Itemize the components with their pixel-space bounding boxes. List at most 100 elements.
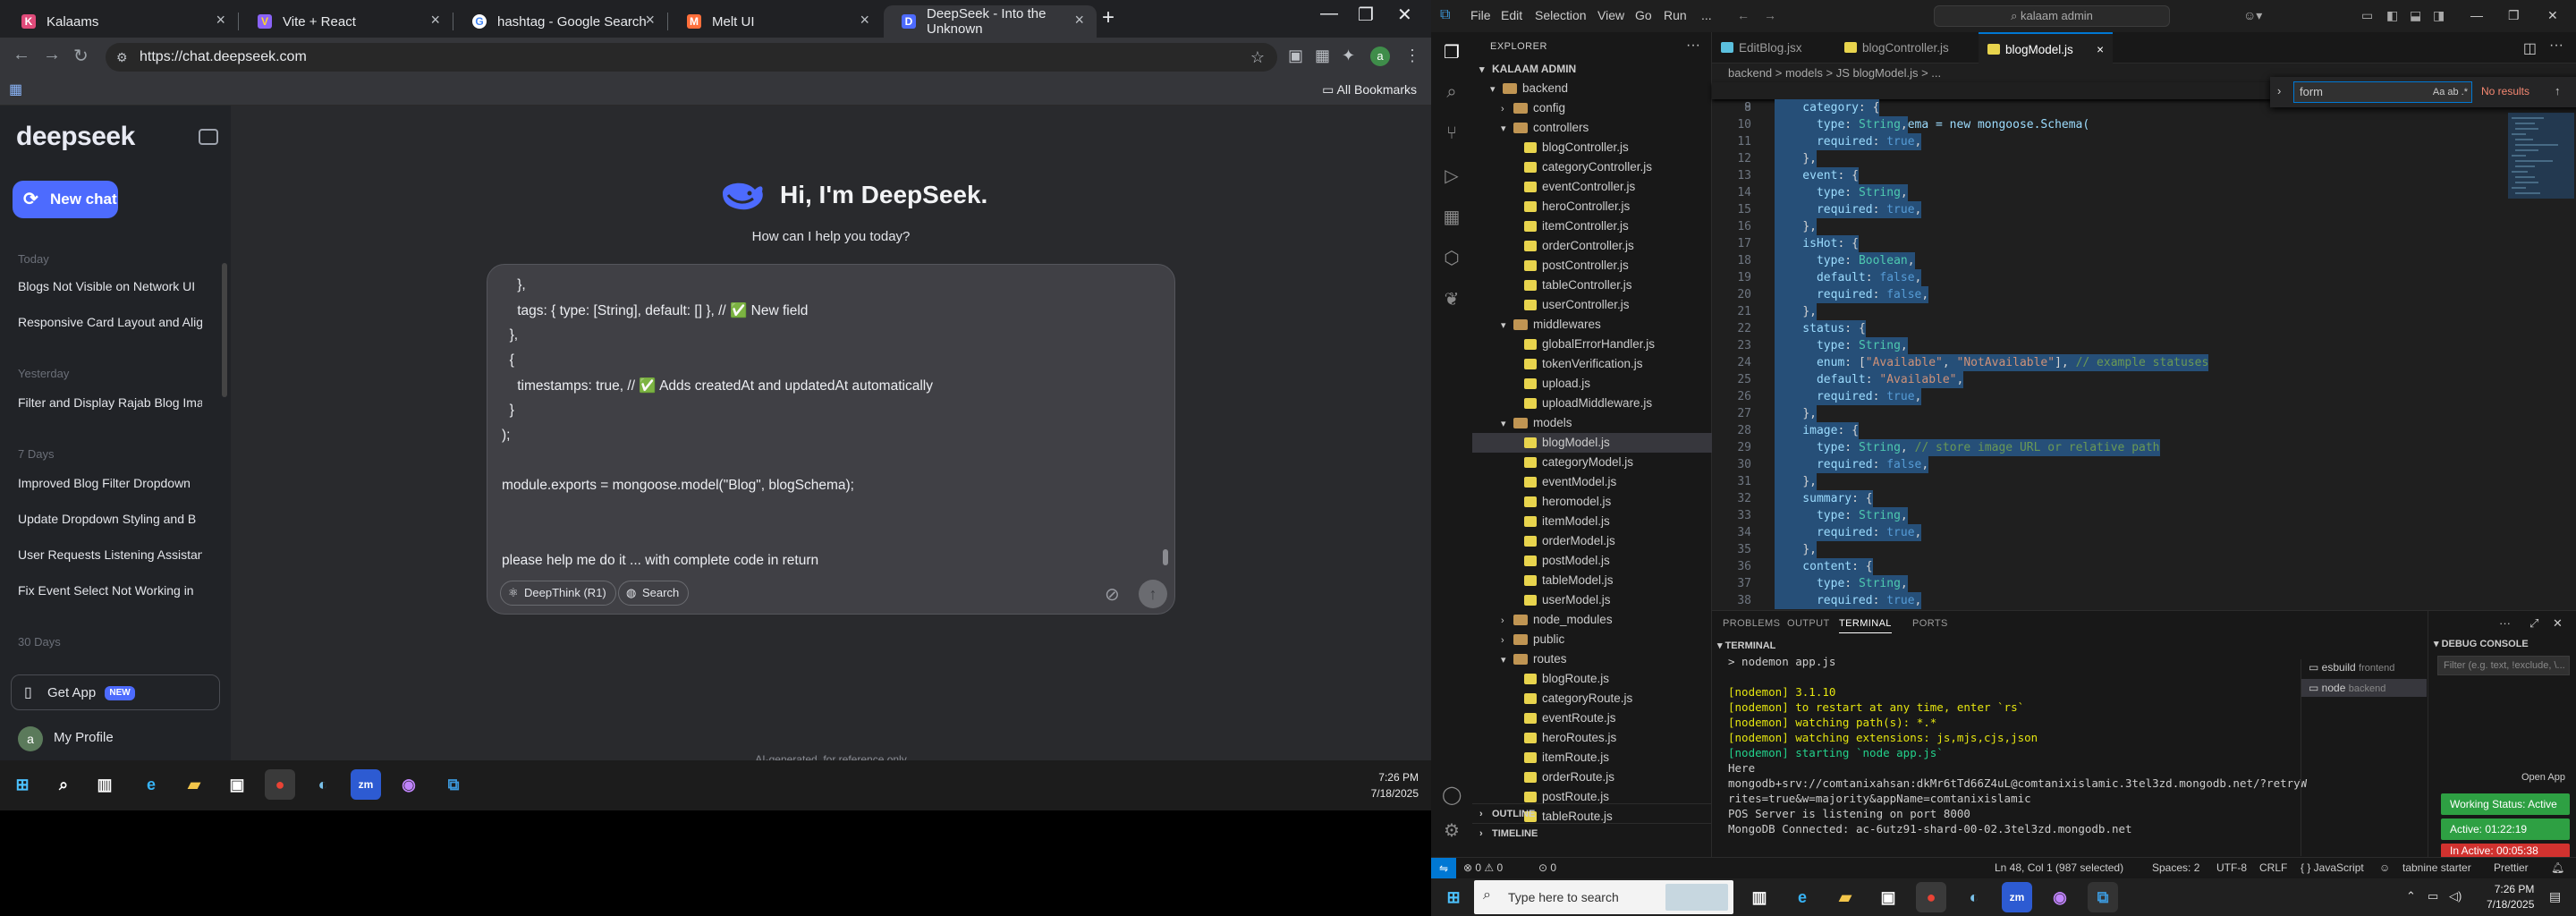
- file-explorer-icon[interactable]: ▰: [179, 769, 209, 800]
- tree-file[interactable]: uploadMiddleware.js: [1472, 394, 1712, 413]
- terminal-area[interactable]: ▾ TERMINAL > nodemon app.js [nodemon] 3.1…: [1712, 638, 2307, 858]
- tree-file[interactable]: orderRoute.js: [1472, 768, 1712, 787]
- tree-file[interactable]: tokenVerification.js: [1472, 354, 1712, 374]
- tab-problems[interactable]: PROBLEMS: [1723, 618, 1780, 629]
- file-explorer-icon[interactable]: ▰: [1830, 882, 1860, 912]
- tree-file[interactable]: orderModel.js: [1472, 531, 1712, 551]
- restore-icon[interactable]: ❐: [2508, 8, 2520, 23]
- browser-tab-vite[interactable]: V Vite + React ×: [240, 5, 453, 38]
- tab-blogcontroller[interactable]: blogController.js: [1835, 32, 1979, 64]
- tree-file[interactable]: tableModel.js: [1472, 571, 1712, 590]
- site-info-icon[interactable]: ⚙: [116, 43, 128, 72]
- collapse-sidebar-icon[interactable]: [199, 129, 218, 145]
- chevron-right-icon[interactable]: ›: [2277, 84, 2281, 98]
- terminal-item-node[interactable]: ▭ node backend: [2301, 679, 2427, 697]
- vscode-icon[interactable]: ⧉: [438, 769, 469, 800]
- my-profile-link[interactable]: My Profile: [54, 730, 114, 745]
- chat-input-box[interactable]: }, tags: { type: [String], default: [] }…: [487, 264, 1175, 615]
- task-view-icon[interactable]: ▥: [1744, 882, 1775, 912]
- tree-file[interactable]: heroController.js: [1472, 197, 1712, 216]
- explorer-icon[interactable]: ❐: [1442, 41, 1462, 63]
- copilot-icon[interactable]: ☺▾: [2243, 8, 2262, 23]
- tab-ports[interactable]: PORTS: [1912, 618, 1948, 629]
- tree-file[interactable]: heroRoutes.js: [1472, 728, 1712, 748]
- menu-more[interactable]: ...: [1701, 8, 1712, 22]
- address-bar[interactable]: ⚙ https://chat.deepseek.com ☆: [106, 43, 1277, 72]
- app-icon[interactable]: ◐: [308, 769, 338, 800]
- extensions-puzzle-icon[interactable]: ✦: [1342, 47, 1355, 65]
- tree-file[interactable]: globalErrorHandler.js: [1472, 335, 1712, 354]
- cursor-position[interactable]: Ln 48, Col 1 (987 selected): [1995, 861, 2123, 874]
- deepthink-button[interactable]: ⚛ DeepThink (R1): [500, 581, 616, 606]
- nav-forward-icon[interactable]: →: [1764, 8, 1776, 22]
- app-icon[interactable]: ◐: [1959, 882, 1989, 912]
- store-icon[interactable]: ▣: [222, 769, 252, 800]
- tray-chevron-icon[interactable]: ⌃: [2406, 889, 2416, 903]
- tree-file[interactable]: postController.js: [1472, 256, 1712, 276]
- minimize-icon[interactable]: —: [2470, 8, 2483, 22]
- taskbar-clock[interactable]: 7:26 PM 7/18/2025: [2487, 882, 2534, 912]
- chrome-icon[interactable]: ●: [265, 769, 295, 800]
- menu-edit[interactable]: Edit: [1501, 8, 1522, 22]
- outline-section[interactable]: › OUTLINE: [1472, 803, 1712, 823]
- menu-file[interactable]: File: [1470, 8, 1491, 22]
- indentation[interactable]: Spaces: 2: [2152, 861, 2199, 874]
- tree-folder[interactable]: ▾ models: [1472, 413, 1712, 433]
- docker-icon[interactable]: ⬡: [1442, 247, 1462, 268]
- tree-file[interactable]: userModel.js: [1472, 590, 1712, 610]
- minimap[interactable]: [2508, 113, 2574, 202]
- new-chat-button[interactable]: ⟳ New chat: [13, 181, 118, 218]
- tree-file[interactable]: eventModel.js: [1472, 472, 1712, 492]
- tree-file[interactable]: postModel.js: [1472, 551, 1712, 571]
- tree-file[interactable]: eventRoute.js: [1472, 708, 1712, 728]
- find-input[interactable]: form Aa ab .*: [2293, 81, 2472, 103]
- debug-filter-input[interactable]: Filter (e.g. text, !exclude, \...: [2437, 656, 2570, 675]
- forward-icon[interactable]: →: [43, 45, 61, 65]
- get-app-button[interactable]: ▯ Get App NEW: [11, 674, 220, 710]
- source-control-icon[interactable]: ⑂: [1442, 123, 1462, 143]
- close-window-icon[interactable]: ✕: [1397, 4, 1412, 26]
- extension-icon[interactable]: ▣: [1288, 47, 1303, 65]
- more-actions-icon[interactable]: ···: [1686, 38, 1700, 54]
- windows-start-icon[interactable]: ⊞: [1438, 882, 1469, 912]
- close-window-icon[interactable]: ✕: [2547, 8, 2558, 23]
- tree-file[interactable]: blogRoute.js: [1472, 669, 1712, 689]
- tree-file[interactable]: blogModel.js: [1472, 433, 1712, 453]
- restore-icon[interactable]: ❐: [1358, 4, 1374, 26]
- tree-file[interactable]: blogController.js: [1472, 138, 1712, 157]
- tabnine-status[interactable]: tabnine starter: [2402, 861, 2471, 874]
- close-tab-icon[interactable]: ×: [1074, 11, 1084, 30]
- toggle-panel-icon[interactable]: ⬓: [2410, 8, 2421, 23]
- taskbar-clock[interactable]: 7:26 PM 7/18/2025: [1371, 769, 1419, 802]
- tree-file[interactable]: eventController.js: [1472, 177, 1712, 197]
- sidebar-scrollbar[interactable]: [222, 263, 227, 397]
- more-actions-icon[interactable]: ···: [2549, 38, 2563, 54]
- close-tab-icon[interactable]: ×: [645, 11, 655, 30]
- zoom-icon[interactable]: zm: [351, 769, 381, 800]
- apps-grid-icon[interactable]: ▦: [9, 81, 22, 98]
- timeline-section[interactable]: › TIMELINE: [1472, 823, 1712, 843]
- tab-blogmodel[interactable]: blogModel.js ×: [1979, 32, 2113, 64]
- copilot-status-icon[interactable]: ☺: [2379, 861, 2390, 874]
- notifications-icon[interactable]: ▤: [2549, 889, 2561, 904]
- tree-file[interactable]: categoryController.js: [1472, 157, 1712, 177]
- github-desktop-icon[interactable]: ◉: [394, 769, 424, 800]
- history-item[interactable]: User Requests Listening Assistan: [18, 547, 202, 562]
- prettier-status[interactable]: Prettier: [2494, 861, 2529, 874]
- encoding[interactable]: UTF-8: [2216, 861, 2247, 874]
- open-app-link[interactable]: Open App: [2521, 772, 2565, 783]
- tab-output[interactable]: OUTPUT: [1787, 618, 1830, 629]
- volume-icon[interactable]: ◁): [2449, 889, 2462, 903]
- menu-dots-icon[interactable]: ⋮: [1404, 47, 1420, 65]
- close-tab-icon[interactable]: ×: [216, 11, 225, 30]
- menu-run[interactable]: Run: [1664, 8, 1687, 22]
- attach-icon[interactable]: ⊘: [1105, 583, 1120, 606]
- end-of-line[interactable]: CRLF: [2259, 861, 2287, 874]
- workspace-root[interactable]: ▾ KALAAM ADMIN: [1472, 59, 1712, 79]
- network-icon[interactable]: ▭: [2428, 889, 2438, 903]
- tab-terminal[interactable]: TERMINAL: [1839, 618, 1892, 633]
- toggle-sidebar-icon[interactable]: ◧: [2386, 8, 2398, 23]
- tree-folder[interactable]: ▾ routes: [1472, 649, 1712, 669]
- tree-folder[interactable]: ▾ controllers: [1472, 118, 1712, 138]
- zoom-icon[interactable]: zm: [2002, 882, 2032, 912]
